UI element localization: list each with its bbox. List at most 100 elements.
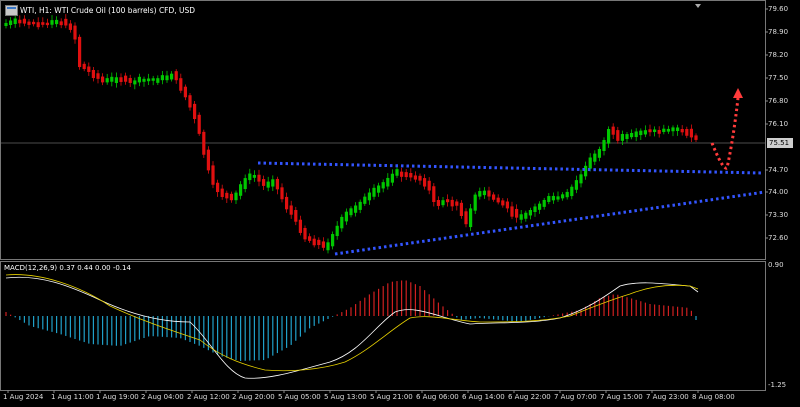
candle-body bbox=[91, 69, 95, 79]
candle-body bbox=[602, 140, 606, 151]
candle-body bbox=[50, 20, 54, 25]
candle-body bbox=[473, 194, 477, 211]
macd-pane-border bbox=[0, 261, 766, 391]
time-label: 6 Aug 14:00 bbox=[462, 393, 505, 401]
candle-body bbox=[4, 22, 8, 26]
price-label: 73.30 bbox=[768, 211, 789, 219]
candle-body bbox=[542, 199, 546, 207]
candle-body bbox=[68, 23, 72, 30]
candle-body bbox=[533, 206, 537, 212]
candle-body bbox=[96, 73, 100, 79]
candle-body bbox=[73, 25, 77, 40]
signal-line bbox=[5, 274, 699, 372]
macd-line bbox=[5, 276, 699, 379]
scroll-marker-icon bbox=[695, 4, 701, 8]
candle-body bbox=[561, 194, 565, 199]
candle-body bbox=[101, 76, 105, 83]
candle-body bbox=[289, 205, 293, 215]
candle-body bbox=[151, 78, 155, 81]
candle-body bbox=[685, 129, 689, 136]
macd-axis-bottom: -1.25 bbox=[768, 381, 787, 389]
candle-body bbox=[59, 21, 63, 26]
candle-body bbox=[413, 175, 417, 180]
candle-body bbox=[312, 238, 316, 246]
candle-body bbox=[170, 73, 174, 80]
current-price-badge: 75.51 bbox=[767, 138, 793, 148]
candle-body bbox=[82, 63, 86, 70]
price-label: 72.60 bbox=[768, 234, 789, 242]
candle-body bbox=[252, 174, 256, 178]
candle-body bbox=[87, 66, 91, 72]
candle-body bbox=[142, 78, 146, 82]
candle-body bbox=[404, 172, 408, 178]
time-label: 2 Aug 04:00 bbox=[141, 393, 184, 401]
candle-body bbox=[271, 179, 275, 187]
chart-canvas[interactable] bbox=[0, 0, 800, 407]
price-label: 77.50 bbox=[768, 74, 789, 82]
candle-body bbox=[492, 194, 496, 200]
candle-body bbox=[390, 173, 394, 183]
candle-body bbox=[354, 205, 358, 213]
candle-body bbox=[160, 75, 164, 81]
price-label: 76.80 bbox=[768, 97, 789, 105]
candle-body bbox=[363, 196, 367, 204]
candle-body bbox=[501, 200, 505, 206]
candle-body bbox=[671, 127, 675, 132]
candle-body bbox=[616, 130, 620, 141]
candle-body bbox=[441, 200, 445, 206]
candle-body bbox=[110, 76, 114, 82]
candle-body bbox=[234, 192, 238, 201]
candle-body bbox=[64, 18, 68, 26]
candle-body bbox=[459, 202, 463, 216]
candle-body bbox=[551, 195, 555, 201]
candle-body bbox=[280, 187, 284, 200]
candle-body bbox=[211, 165, 215, 185]
time-label: 7 Aug 07:00 bbox=[554, 393, 597, 401]
candle-body bbox=[694, 135, 698, 140]
candle-body bbox=[643, 130, 647, 135]
trend-lines bbox=[257, 88, 766, 256]
candle-body bbox=[409, 173, 413, 178]
candle-body bbox=[229, 193, 233, 201]
candle-body bbox=[257, 174, 261, 182]
candle-body bbox=[593, 153, 597, 162]
candle-body bbox=[478, 191, 482, 197]
candle-body bbox=[377, 185, 381, 193]
candle-body bbox=[639, 130, 643, 136]
candle-body bbox=[179, 78, 183, 91]
candle-body bbox=[266, 181, 270, 188]
candle-body bbox=[248, 173, 252, 181]
candle-body bbox=[197, 114, 201, 134]
candle-body bbox=[156, 78, 160, 83]
candle-body bbox=[607, 129, 611, 144]
candle-body bbox=[317, 239, 321, 246]
candle-body bbox=[556, 196, 560, 200]
candle-body bbox=[570, 186, 574, 197]
candle-body bbox=[519, 214, 523, 220]
price-label: 74.00 bbox=[768, 188, 789, 196]
candle-body bbox=[597, 149, 601, 158]
candle-body bbox=[450, 199, 454, 207]
candle-body bbox=[124, 75, 128, 82]
candle-body bbox=[202, 131, 206, 155]
price-label: 74.70 bbox=[768, 166, 789, 174]
candle-body bbox=[515, 208, 519, 218]
time-label: 1 Aug 19:00 bbox=[96, 393, 139, 401]
candle-body bbox=[331, 234, 335, 247]
candle-body bbox=[78, 36, 82, 68]
candle-body bbox=[528, 210, 532, 216]
candle-body bbox=[340, 216, 344, 229]
time-label: 6 Aug 22:00 bbox=[508, 393, 551, 401]
candle-body bbox=[321, 241, 325, 248]
candle-body bbox=[206, 149, 210, 171]
candle-body bbox=[147, 78, 151, 82]
candle-body bbox=[464, 211, 468, 225]
candle-body bbox=[689, 128, 693, 138]
candle-body bbox=[18, 19, 22, 24]
candle-body bbox=[510, 206, 514, 217]
candle-body bbox=[285, 196, 289, 210]
candle-body bbox=[225, 192, 229, 199]
candle-body bbox=[427, 180, 431, 191]
candle-body bbox=[298, 219, 302, 233]
candle-body bbox=[634, 131, 638, 138]
